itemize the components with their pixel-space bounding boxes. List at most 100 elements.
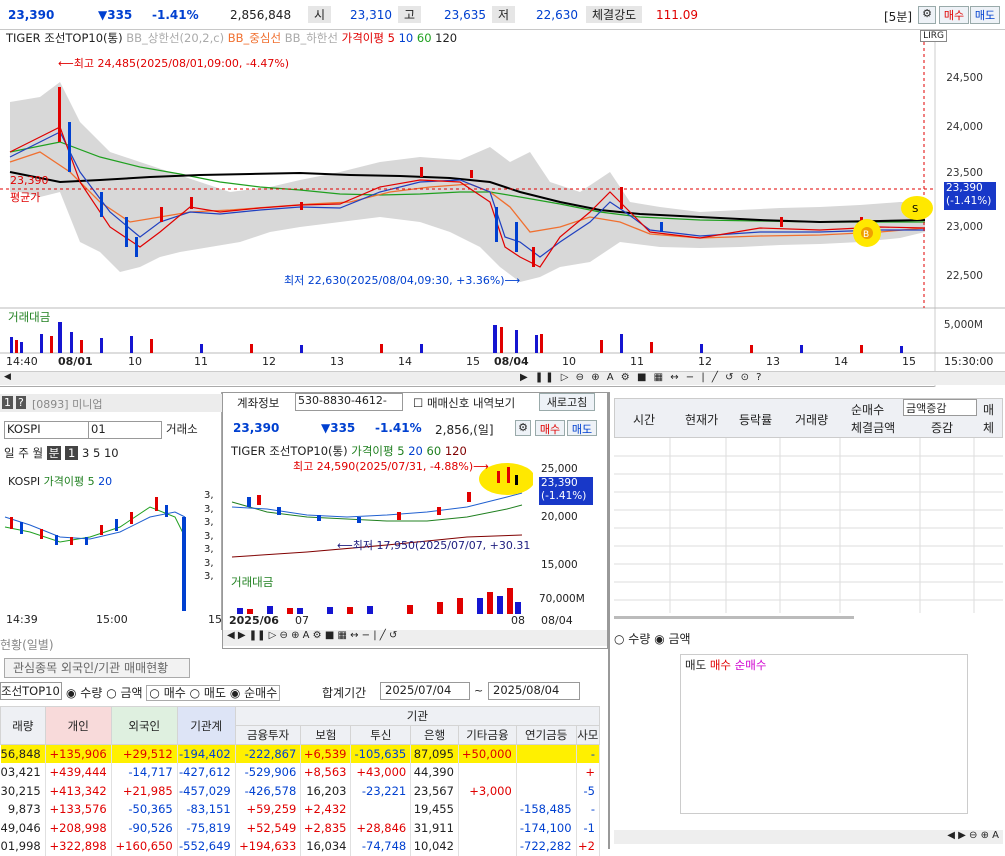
table-row[interactable]: 9,873 +133,576 -50,365 -83,151 +59,259 +2,432… (0, 800, 601, 819)
exchange-label: 거래소 (166, 422, 198, 436)
center-price-tag: 23,390 (-1.41%) (539, 477, 593, 505)
tab-10[interactable]: 10 (104, 446, 119, 460)
table-cell: -1 (576, 818, 601, 837)
buy-button[interactable]: 매수 (939, 6, 969, 24)
tab-minute[interactable]: 분 (46, 446, 62, 460)
signal-checkbox[interactable]: ☐ 매매신호 내역보기 (413, 395, 515, 411)
flow-chart-area: 매도 매수 순매수 (680, 654, 968, 814)
table-cell: +52,549 (235, 818, 302, 837)
radio-amount[interactable]: 금액 (669, 632, 691, 646)
table-cell: -529,906 (235, 763, 302, 782)
amount-change-select[interactable]: 금액증감 (903, 399, 977, 416)
table-cell (458, 837, 517, 856)
center-sell-button[interactable]: 매도 (567, 420, 597, 436)
table-cell: 30,215 (0, 781, 46, 800)
table-cell: 23,567 (410, 781, 459, 800)
x-tick: 11 (630, 355, 644, 368)
interval-selector[interactable]: [5분] (884, 8, 912, 25)
table-row[interactable]: 49,046 +208,998 -90,526 -75,819 +52,549 +2,83… (0, 818, 601, 837)
flow-toolbar[interactable]: ◀ ▶ ⊖ ⊕ A (614, 830, 1003, 844)
scroll-left-icon[interactable]: ◀ (4, 372, 11, 382)
filter-radios[interactable]: ◉ 수량 ○ 금액 ○ 매수 ○ 매도 ◉ 순매수 (66, 684, 281, 701)
y-tick: 23,000 (946, 221, 983, 233)
main-chart[interactable]: TIGER 조선TOP10(통) BB_상한선(20,2,c) BB_중심선 B… (0, 30, 1005, 387)
table-row[interactable]: 56,848 +135,906 +29,512 -194,402 -222,867 +6,… (0, 744, 601, 763)
tab-3[interactable]: 3 (82, 446, 89, 460)
detail-table-grid (614, 438, 1003, 613)
refresh-button[interactable]: 새로고침 (539, 393, 595, 411)
x-tick: 15 (902, 355, 916, 368)
table-cell: +2,835 (300, 818, 352, 837)
volume-bars (10, 322, 903, 353)
gear-icon[interactable]: ⚙ (515, 420, 531, 436)
chart-toolbar-icons[interactable]: LIRG (920, 30, 947, 42)
tab-week[interactable]: 주 (18, 446, 29, 460)
low-annotation: 최저 22,630(2025/08/04,09:30, +3.36%)⟶ (284, 274, 521, 287)
stock-input[interactable]: 조선TOP10 (0, 682, 62, 700)
chart-scrollbar[interactable]: ◀ ▶ ❚❚ ▷ ⊖ ⊕ A ⚙ ■ ▦ ↔ − | ╱ ↺ ⊙ ? (0, 371, 1005, 385)
col-bank: 은행 (410, 725, 459, 745)
table-cell: +28,846 (350, 818, 412, 837)
avg-price: 23,390 (10, 174, 49, 187)
col-trust: 투신 (350, 725, 412, 745)
radio-buy[interactable]: 매수 (164, 686, 186, 700)
center-low-note: ⟵최저 17,950(2025/07/07, +30.31 (337, 539, 531, 552)
high-label: 고 (398, 6, 422, 23)
date-to-input[interactable]: 2025/08/04 (488, 682, 580, 700)
radio-net[interactable]: 순매수 (244, 686, 277, 700)
date-from-input[interactable]: 2025/07/04 (380, 682, 470, 700)
detail-scrollbar[interactable] (614, 616, 854, 619)
low-label: 저 (492, 6, 516, 23)
radio-sell[interactable]: 매도 (204, 686, 226, 700)
volume-axis-tick: 5,000M (943, 319, 983, 331)
radio-amt[interactable]: 금액 (121, 686, 143, 700)
x-tick: 12 (698, 355, 712, 368)
radio-quantity[interactable]: 수량 (628, 632, 650, 646)
period-label: 합계기간 (322, 686, 367, 700)
col-time: 시간 (633, 413, 656, 427)
center-y-tick: 20,000 (541, 511, 578, 523)
mini-stock-panel: 계좌정보 530-8830-4612- ☐ 매매신호 내역보기 새로고침 23,… (222, 392, 608, 649)
x-axis: 14:40 08/01 10 11 12 13 14 15 08/04 10 1… (0, 355, 1005, 369)
table-cell: -14,717 (111, 763, 178, 782)
x-tick: 10 (562, 355, 576, 368)
tab-day[interactable]: 일 (4, 446, 15, 460)
table-cell: 19,455 (410, 800, 459, 819)
table-row[interactable]: 30,215 +413,342 +21,985 -457,029 -426,578 16,… (0, 781, 601, 800)
tab-month[interactable]: 월 (33, 446, 44, 460)
center-buy-button[interactable]: 매수 (535, 420, 565, 436)
table-cell: +135,906 (45, 744, 112, 763)
table-cell: - (576, 800, 601, 819)
period-tabs[interactable]: 일 주 월 분 1 3 5 10 (4, 445, 119, 461)
chart-tools[interactable]: ▶ ❚❚ ▷ ⊖ ⊕ A ⚙ ■ ▦ ↔ − | ╱ ↺ ⊙ ? (520, 372, 764, 383)
code-input[interactable]: 01 (88, 421, 162, 439)
unit-radio-group[interactable]: ○ 수량 ◉ 금액 (614, 630, 691, 647)
svg-text:B: B (863, 230, 869, 240)
col-rate: 등락률 (739, 413, 773, 427)
tab-5[interactable]: 5 (93, 446, 100, 460)
x-tick: 15 (466, 355, 480, 368)
table-cell: -426,578 (235, 781, 302, 800)
table-cell (458, 763, 517, 782)
change-pct: -1.41% (152, 8, 199, 22)
table-cell: +21,985 (111, 781, 178, 800)
table-cell: -194,402 (177, 744, 236, 763)
table-cell: +133,576 (45, 800, 112, 819)
col-volume: 거래량 (795, 413, 829, 427)
table-row[interactable]: 01,998 +322,898 +160,650 -552,649 +194,633 16… (0, 837, 601, 856)
table-cell: -105,635 (350, 744, 412, 763)
sell-button[interactable]: 매도 (970, 6, 1000, 24)
tab-1[interactable]: 1 (65, 446, 79, 460)
table-cell: -90,526 (111, 818, 178, 837)
radio-qty[interactable]: 수량 (80, 686, 102, 700)
strength-label: 체결강도 (586, 6, 643, 23)
mini-index-panel: 1 ? [0893] 미니업 KOSPI 01 거래소 일 주 월 분 1 3 … (0, 392, 222, 630)
center-volume: 2,856,(일] (435, 423, 494, 437)
mini-header: 1 ? [0893] 미니업 (0, 394, 222, 412)
col-foreign: 외국인 (110, 706, 178, 745)
quote-bar: 23,390 ▼335 -1.41% 2,856,848 시 23,310 고 … (0, 0, 1005, 30)
account-select[interactable]: 530-8830-4612- (295, 393, 403, 411)
gear-icon[interactable]: ⚙ (918, 6, 936, 24)
table-row[interactable]: 03,421 +439,444 -14,717 -427,612 -529,906 +8,… (0, 763, 601, 782)
tab-investor-flow[interactable]: 관심종목 외국인/기관 매매현황 (4, 658, 190, 678)
